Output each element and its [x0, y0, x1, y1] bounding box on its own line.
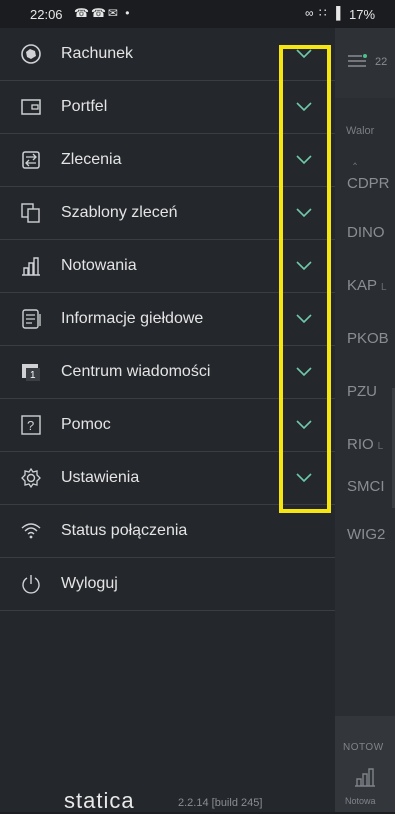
- background-clock: 22: [375, 56, 388, 68]
- chevron-down-icon[interactable]: [295, 311, 313, 325]
- instrument-row: PZU: [347, 383, 377, 400]
- status-time: 22:06: [30, 7, 63, 22]
- menu-label: Centrum wiadomości: [61, 363, 211, 380]
- column-header: Walor: [346, 125, 375, 137]
- menu-label: Wyloguj: [61, 575, 118, 592]
- section-label: NOTOW: [343, 742, 384, 753]
- menu-item-centrum[interactable]: 1 Centrum wiadomości: [0, 346, 335, 399]
- menu-label: Rachunek: [61, 45, 134, 62]
- chevron-down-icon[interactable]: [295, 417, 313, 431]
- instrument-row: KAP L: [347, 277, 387, 294]
- navigation-drawer: Rachunek Portfel Zlecenia Szablony zlece…: [0, 28, 335, 813]
- menu-label: Pomoc: [61, 416, 111, 433]
- quotes-icon: [20, 255, 42, 277]
- chevron-down-icon[interactable]: [295, 99, 313, 113]
- menu-label: Portfel: [61, 98, 108, 115]
- battery-level: 17%: [349, 7, 376, 22]
- menu-item-status[interactable]: Status połączenia: [0, 505, 335, 558]
- instrument-row: DINO: [347, 224, 385, 241]
- instrument-row: CDPR: [347, 175, 390, 192]
- menu-label: Ustawienia: [61, 469, 140, 486]
- menu-label: Status połączenia: [61, 522, 188, 539]
- wallet-icon: [20, 96, 42, 118]
- chevron-down-icon[interactable]: [295, 258, 313, 272]
- menu-item-informacje[interactable]: Informacje giełdowe: [0, 293, 335, 346]
- app-version: 2.2.14 [build 245]: [178, 797, 263, 809]
- bottom-nav-label: Notowa: [345, 796, 376, 806]
- account-icon: [20, 43, 42, 65]
- instrument-row: WIG2: [347, 526, 386, 543]
- background-app: 22 Walor ‸ CDPR DINO KAP L PKOB PZU RIO L …: [335, 28, 395, 812]
- notification-icons: ☎☎✉ •: [74, 6, 132, 20]
- menu-label: Informacje giełdowe: [61, 310, 204, 327]
- quotes-icon: [355, 768, 375, 787]
- templates-icon: [20, 202, 42, 224]
- menu-label: Notowania: [61, 257, 137, 274]
- message-center-icon: 1: [20, 361, 42, 383]
- menu-item-portfel[interactable]: Portfel: [0, 81, 335, 134]
- menu-item-pomoc[interactable]: ? Pomoc: [0, 399, 335, 452]
- chevron-down-icon[interactable]: [295, 364, 313, 378]
- settings-icon: [20, 467, 42, 489]
- svg-text:?: ?: [27, 418, 34, 433]
- menu-label: Zlecenia: [61, 151, 122, 168]
- menu-item-notowania[interactable]: Notowania: [0, 240, 335, 293]
- chevron-down-icon[interactable]: [295, 152, 313, 166]
- chevron-down-icon[interactable]: [295, 46, 313, 60]
- menu-item-wyloguj[interactable]: Wyloguj: [0, 558, 335, 611]
- chevron-down-icon[interactable]: [295, 205, 313, 219]
- chevron-down-icon[interactable]: [295, 470, 313, 484]
- orders-icon: [20, 149, 42, 171]
- status-bar: 22:06 ☎☎✉ • ∞ ∷ ▐ 17%: [0, 0, 395, 28]
- instrument-row: SMCI: [347, 478, 385, 495]
- menu-label: Szablony zleceń: [61, 204, 178, 221]
- background-bottom-section: NOTOW Notowa: [335, 716, 395, 812]
- menu-item-szablony[interactable]: Szablony zleceń: [0, 187, 335, 240]
- menu-icon: [348, 54, 367, 67]
- instrument-row: RIO L: [347, 436, 384, 453]
- app-logo: statica: [64, 788, 135, 813]
- help-icon: ?: [20, 414, 42, 436]
- power-icon: [20, 573, 42, 595]
- exchange-info-icon: [20, 308, 42, 330]
- wifi-icon: [20, 520, 42, 542]
- menu-item-rachunek[interactable]: Rachunek: [0, 28, 335, 81]
- menu-item-zlecenia[interactable]: Zlecenia: [0, 134, 335, 187]
- signal-icons: ∞ ∷ ▐: [305, 6, 342, 20]
- menu-item-ustawienia[interactable]: Ustawienia: [0, 452, 335, 505]
- sort-up-icon: ‸: [353, 151, 358, 165]
- svg-text:1: 1: [30, 370, 36, 381]
- instrument-row: PKOB: [347, 330, 389, 347]
